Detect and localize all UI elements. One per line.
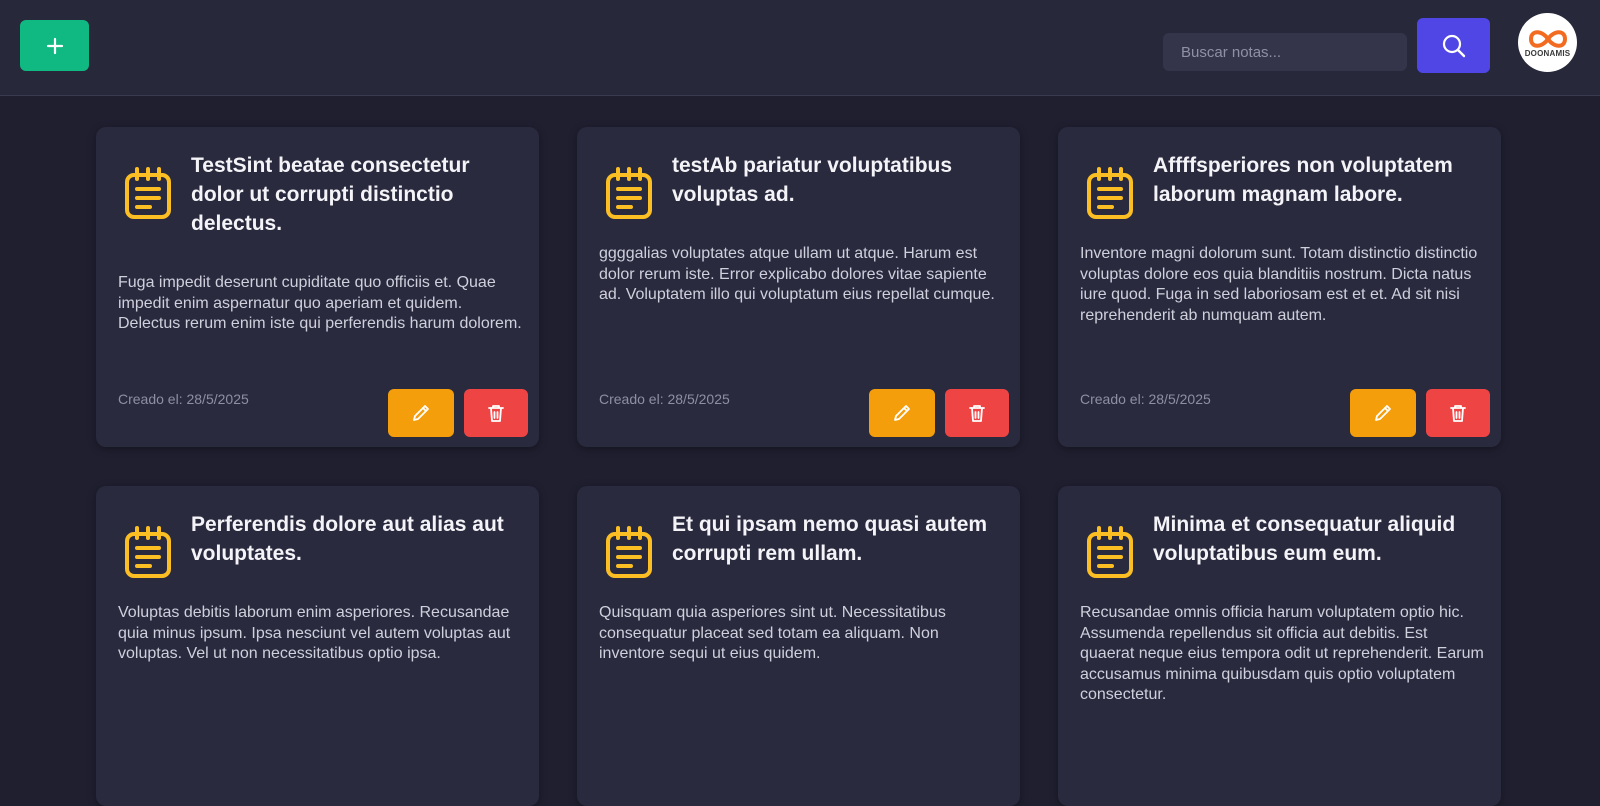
note-card: TestSint beatae consectetur dolor ut cor… — [96, 127, 539, 447]
note-card: Minima et consequatur aliquid voluptatib… — [1058, 486, 1501, 806]
pencil-icon — [1375, 405, 1391, 421]
avatar[interactable]: DOONAMIS — [1518, 13, 1577, 72]
pencil-icon — [894, 405, 910, 421]
notepad-icon — [606, 167, 652, 219]
add-note-button[interactable] — [20, 20, 89, 71]
note-date: Creado el: 28/5/2025 — [118, 391, 249, 407]
search-button[interactable] — [1417, 18, 1490, 73]
note-card: testAb pariatur voluptatibus voluptas ad… — [577, 127, 1020, 447]
edit-note-button[interactable] — [1350, 389, 1416, 437]
note-title: testAb pariatur voluptatibus voluptas ad… — [672, 154, 953, 206]
notepad-icon — [125, 526, 171, 578]
delete-note-button[interactable] — [1426, 389, 1490, 437]
note-date: Creado el: 28/5/2025 — [599, 391, 730, 407]
note-title: Perferendis dolore aut alias aut volupta… — [191, 513, 504, 565]
note-date: Creado el: 28/5/2025 — [1080, 391, 1211, 407]
plus-icon — [46, 37, 63, 54]
notepad-icon — [1087, 526, 1133, 578]
delete-note-button[interactable] — [945, 389, 1009, 437]
top-bar: DOONAMIS — [0, 0, 1600, 96]
pencil-icon — [413, 405, 429, 421]
edit-note-button[interactable] — [869, 389, 935, 437]
infinity-logo-icon — [1528, 30, 1567, 48]
avatar-logo-text: DOONAMIS — [1524, 49, 1571, 58]
note-body: Voluptas debitis laborum enim asperiores… — [118, 604, 511, 662]
search-input[interactable] — [1163, 33, 1407, 71]
notepad-icon — [606, 526, 652, 578]
note-card: Affffsperiores non voluptatem laborum ma… — [1058, 127, 1501, 447]
note-body: Quisquam quia asperiores sint ut. Necess… — [599, 604, 946, 662]
note-card: Et qui ipsam nemo quasi autem corrupti r… — [577, 486, 1020, 806]
delete-note-button[interactable] — [464, 389, 528, 437]
edit-note-button[interactable] — [388, 389, 454, 437]
note-body: ggggalias voluptates atque ullam ut atqu… — [599, 245, 995, 303]
note-body: Fuga impedit deserunt cupiditate quo off… — [118, 274, 522, 332]
note-body: Recusandae omnis officia harum voluptate… — [1080, 604, 1484, 703]
note-title: TestSint beatae consectetur dolor ut cor… — [191, 154, 470, 235]
trash-icon — [488, 405, 504, 422]
note-title: Affffsperiores non voluptatem laborum ma… — [1153, 154, 1453, 206]
trash-icon — [969, 405, 985, 422]
notepad-icon — [125, 167, 171, 219]
search-icon — [1442, 34, 1465, 57]
note-card: Perferendis dolore aut alias aut volupta… — [96, 486, 539, 806]
note-body: Inventore magni dolorum sunt. Totam dist… — [1080, 245, 1478, 324]
note-title: Minima et consequatur aliquid voluptatib… — [1153, 513, 1456, 565]
note-title: Et qui ipsam nemo quasi autem corrupti r… — [672, 513, 988, 565]
trash-icon — [1450, 405, 1466, 422]
notepad-icon — [1087, 167, 1133, 219]
